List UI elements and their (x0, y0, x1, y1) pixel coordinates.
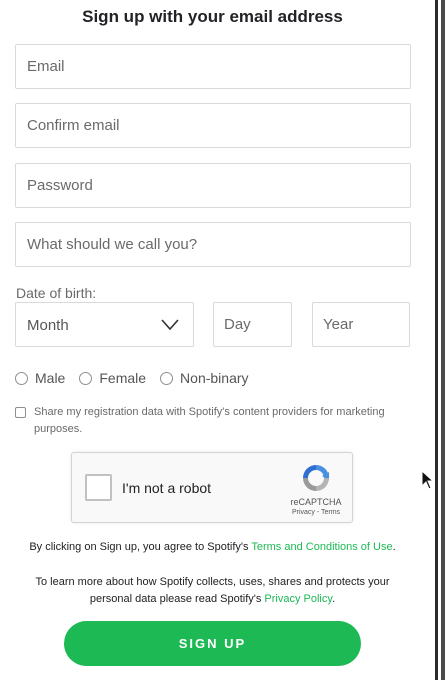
signup-button[interactable]: SIGN UP (64, 621, 361, 666)
share-data-option[interactable]: Share my registration data with Spotify'… (15, 404, 410, 438)
male-radio[interactable] (15, 371, 28, 385)
month-select-value: Month (27, 317, 69, 334)
privacy-notice: To learn more about how Spotify collects… (25, 574, 400, 608)
gender-nonbinary-option[interactable]: Non-binary (160, 370, 249, 386)
day-field[interactable] (214, 303, 291, 346)
terms-link[interactable]: Terms and Conditions of Use (251, 541, 392, 553)
display-name-field[interactable] (16, 223, 410, 266)
terms-notice: By clicking on Sign up, you agree to Spo… (0, 541, 425, 553)
recaptcha-logo-icon (303, 465, 329, 491)
terms-suffix: . (392, 541, 396, 553)
gender-female-option[interactable]: Female (79, 370, 146, 386)
signup-page: Sign up with your email address Date of … (0, 0, 447, 680)
cursor-icon (421, 470, 435, 490)
password-field[interactable] (16, 164, 410, 207)
recaptcha-widget: I'm not a robot reCAPTCHA Privacy - Term… (71, 452, 353, 523)
privacy-policy-link[interactable]: Privacy Policy (264, 593, 332, 605)
male-label: Male (35, 370, 66, 386)
recaptcha-checkbox[interactable] (85, 474, 112, 501)
confirm-email-field-wrap (15, 103, 411, 148)
year-field[interactable] (313, 303, 409, 346)
email-field-wrap (15, 44, 411, 89)
chevron-down-icon (161, 319, 179, 331)
terms-prefix: By clicking on Sign up, you agree to Spo… (29, 541, 252, 553)
share-data-label: Share my registration data with Spotify'… (34, 406, 385, 435)
password-field-wrap (15, 163, 411, 208)
female-radio[interactable] (79, 371, 93, 385)
privacy-prefix: To learn more about how Spotify collects… (35, 576, 390, 605)
share-data-checkbox[interactable] (15, 407, 26, 418)
nonbinary-label: Non-binary (180, 370, 249, 386)
name-field-wrap (15, 222, 411, 267)
gender-male-option[interactable]: Male (15, 370, 65, 386)
page-title: Sign up with your email address (82, 7, 343, 26)
year-field-wrap (312, 302, 410, 347)
recaptcha-brand: reCAPTCHA (290, 497, 342, 507)
recaptcha-links[interactable]: Privacy - Terms (282, 509, 350, 516)
recaptcha-label: I'm not a robot (122, 480, 212, 496)
email-field[interactable] (16, 45, 410, 88)
confirm-email-field[interactable] (16, 104, 410, 147)
gender-options: Male Female Non-binary (15, 370, 263, 386)
nonbinary-radio[interactable] (160, 371, 174, 385)
window-edge (435, 0, 447, 680)
dob-label: Date of birth: (16, 285, 97, 301)
month-select[interactable]: Month (15, 302, 194, 347)
female-label: Female (99, 370, 147, 386)
privacy-suffix: . (332, 593, 336, 605)
day-field-wrap (213, 302, 292, 347)
